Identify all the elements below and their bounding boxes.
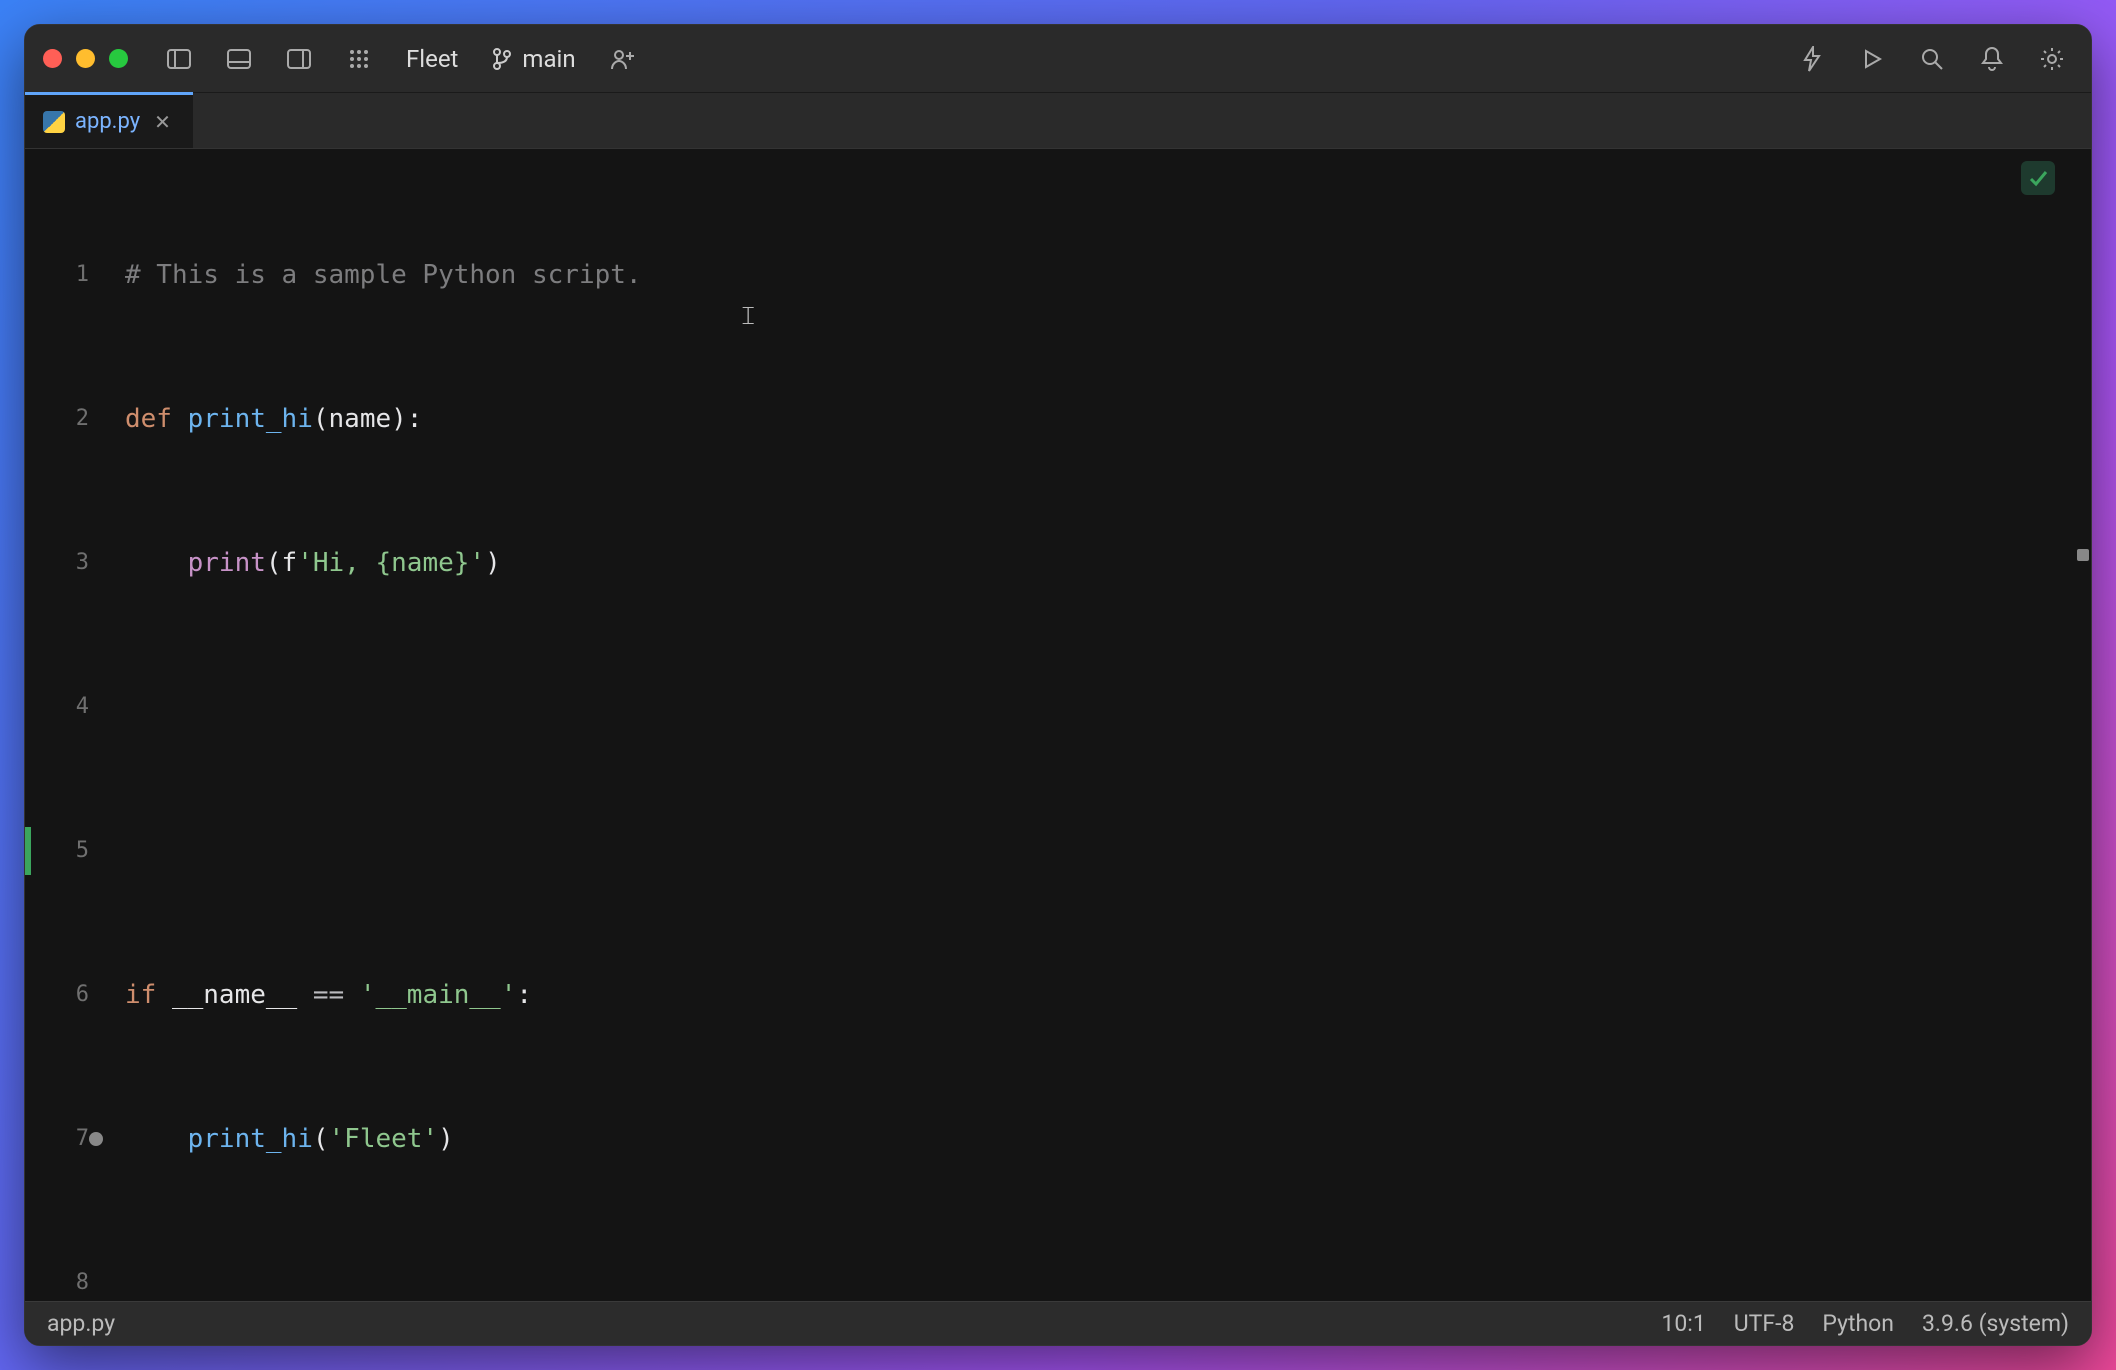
python-file-icon [43,111,65,133]
status-bar: app.py 10:1 UTF-8 Python 3.9.6 (system) [25,1301,2091,1345]
git-branch-name: main [522,45,575,73]
minimize-window-button[interactable] [76,49,95,68]
run-icon[interactable] [1851,38,1893,80]
status-interpreter[interactable]: 3.9.6 (system) [1922,1310,2069,1337]
close-tab-icon[interactable]: ✕ [150,110,175,134]
search-icon[interactable] [1911,38,1953,80]
zoom-window-button[interactable] [109,49,128,68]
project-name-text: Fleet [406,45,458,73]
settings-icon[interactable] [2031,38,2073,80]
panel-left-icon[interactable] [158,38,200,80]
git-branch[interactable]: main [484,45,583,73]
status-language[interactable]: Python [1822,1310,1894,1337]
add-collaborator-icon[interactable] [602,38,644,80]
file-tab[interactable]: app.py ✕ [25,92,193,148]
status-cursor-position[interactable]: 10:1 [1661,1310,1705,1337]
status-file[interactable]: app.py [47,1310,115,1337]
notifications-icon[interactable] [1971,38,2013,80]
code-area[interactable]: 1# This is a sample Python script. 2def … [25,149,2091,1301]
close-window-button[interactable] [43,49,62,68]
status-encoding[interactable]: UTF-8 [1734,1310,1795,1337]
project-name[interactable]: Fleet [398,45,466,73]
titlebar: Fleet main [25,25,2091,93]
apps-grid-icon[interactable] [338,38,380,80]
branch-icon [492,47,512,71]
file-tab-label: app.py [75,109,140,134]
bolt-icon[interactable] [1791,38,1833,80]
window-controls [43,49,128,68]
tab-bar: app.py ✕ [25,93,2091,149]
editor[interactable]: 𝙸 1# This is a sample Python script. 2de… [25,149,2091,1301]
panel-right-icon[interactable] [278,38,320,80]
panel-bottom-icon[interactable] [218,38,260,80]
code-comment: # This is a sample Python script. [125,260,642,290]
app-window: Fleet main [24,24,2092,1346]
